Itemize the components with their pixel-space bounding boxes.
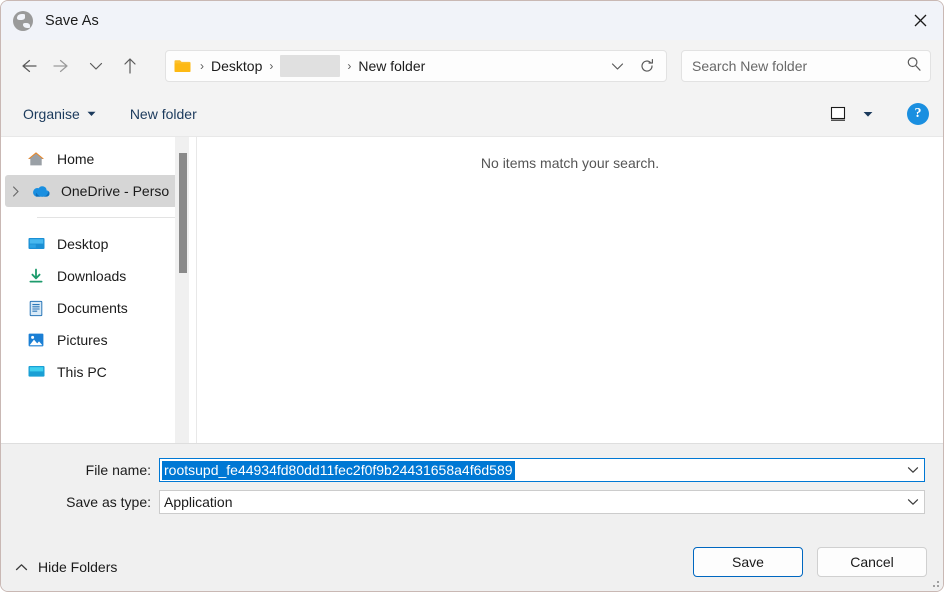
thispc-icon — [25, 364, 47, 380]
breadcrumb-separator: › — [347, 59, 352, 73]
help-button[interactable]: ? — [907, 103, 929, 125]
sidebar-item-label: Pictures — [57, 332, 108, 348]
navigation-pane: Home OneDrive - Perso Desktop Downloads … — [1, 137, 197, 443]
view-mode-icon — [830, 106, 846, 121]
up-one-level-button[interactable] — [113, 50, 147, 82]
refresh-icon — [641, 59, 653, 72]
view-mode-dropdown-button[interactable] — [855, 101, 881, 127]
sidebar-item-label: Desktop — [57, 236, 109, 252]
chevron-right-icon[interactable] — [5, 185, 27, 197]
address-bar[interactable]: › Desktop › › New folder — [165, 50, 667, 82]
downloads-icon — [25, 268, 47, 285]
organise-button[interactable]: Organise — [15, 100, 104, 128]
sidebar-item-onedrive[interactable]: OneDrive - Perso — [5, 175, 183, 207]
sidebar-scrollbar-thumb[interactable] — [179, 153, 187, 273]
chevron-down-icon — [89, 62, 103, 70]
window-title: Save As — [45, 12, 99, 29]
sidebar-item-this-pc[interactable]: This PC — [1, 356, 197, 388]
recent-locations-button[interactable] — [79, 50, 113, 82]
close-icon — [914, 14, 926, 26]
close-button[interactable] — [897, 1, 943, 39]
sidebar-item-downloads[interactable]: Downloads — [1, 260, 197, 292]
sidebar-item-home[interactable]: Home — [1, 143, 197, 175]
file-name-input[interactable]: rootsupd_fe44934fd80dd11fec2f0f9b2443165… — [162, 460, 515, 480]
navigation-bar: › Desktop › › New folder — [1, 40, 943, 92]
forward-button[interactable] — [45, 50, 79, 82]
pictures-icon — [25, 332, 47, 348]
chevron-down-icon — [907, 467, 919, 473]
help-icon: ? — [914, 106, 922, 121]
new-folder-button[interactable]: New folder — [122, 100, 205, 128]
empty-list-message: No items match your search. — [480, 155, 660, 171]
breadcrumb-separator: › — [269, 59, 274, 73]
sidebar-divider — [37, 217, 179, 218]
search-icon — [906, 56, 922, 77]
sidebar-item-label: Documents — [57, 300, 128, 316]
file-name-combobox[interactable]: rootsupd_fe44934fd80dd11fec2f0f9b2443165… — [159, 458, 925, 482]
navigation-list: Home OneDrive - Perso Desktop Downloads … — [1, 137, 197, 388]
caret-down-icon — [87, 111, 96, 116]
search-input[interactable] — [692, 58, 906, 74]
save-as-type-dropdown-button[interactable] — [902, 491, 924, 513]
file-name-row: File name: rootsupd_fe44934fd80dd11fec2f… — [1, 458, 925, 482]
save-button[interactable]: Save — [693, 547, 803, 577]
onedrive-icon — [29, 184, 51, 198]
breadcrumb-item-desktop[interactable]: Desktop — [211, 58, 262, 74]
home-icon — [25, 151, 47, 167]
file-name-label: File name: — [85, 462, 151, 478]
sidebar-item-label: Home — [57, 151, 95, 167]
sidebar-item-label: This PC — [57, 364, 107, 380]
save-as-dialog: Save As › Desktop › › New folder Search … — [0, 0, 944, 592]
search-box[interactable] — [681, 50, 931, 82]
save-as-type-value: Application — [164, 494, 233, 510]
back-button[interactable] — [11, 50, 45, 82]
organise-label: Organise — [23, 106, 80, 122]
chevron-up-icon — [15, 563, 28, 570]
hide-folders-label: Hide Folders — [38, 559, 118, 575]
bottom-panel: File name: rootsupd_fe44934fd80dd11fec2f… — [1, 443, 943, 591]
sidebar-item-documents[interactable]: Documents — [1, 292, 197, 324]
sidebar-item-label: Downloads — [57, 268, 127, 284]
breadcrumb-item-redacted[interactable] — [280, 55, 341, 77]
desktop-icon — [25, 236, 47, 252]
arrow-up-icon — [124, 58, 136, 74]
address-dropdown-button[interactable] — [602, 52, 632, 80]
chevron-down-icon — [611, 62, 623, 70]
sidebar-item-label: OneDrive - Perso — [61, 183, 170, 199]
cancel-button[interactable]: Cancel — [817, 547, 927, 577]
save-as-type-row: Save as type: Application — [1, 490, 925, 514]
save-as-type-label: Save as type: — [66, 494, 151, 510]
content-area: Home OneDrive - Perso Desktop Downloads … — [1, 136, 943, 443]
file-list[interactable]: No items match your search. — [197, 137, 943, 443]
dialog-buttons: Save Cancel — [693, 547, 927, 577]
chevron-down-icon — [907, 499, 919, 505]
new-folder-label: New folder — [129, 106, 197, 122]
sidebar-item-pictures[interactable]: Pictures — [1, 324, 197, 356]
save-as-type-combobox[interactable]: Application — [159, 490, 925, 514]
arrow-right-icon — [53, 59, 68, 73]
arrow-left-icon — [22, 59, 37, 73]
folder-icon — [174, 59, 191, 73]
breadcrumb-separator: › — [200, 59, 204, 73]
title-bar: Save As — [1, 1, 943, 40]
resize-grip-icon[interactable] — [927, 575, 939, 587]
sidebar-item-desktop[interactable]: Desktop — [1, 228, 197, 260]
refresh-button[interactable] — [632, 52, 662, 80]
breadcrumb-item-new-folder[interactable]: New folder — [358, 58, 425, 74]
caret-down-icon — [863, 111, 873, 117]
hide-folders-button[interactable]: Hide Folders — [15, 559, 117, 575]
globe-icon — [13, 10, 33, 31]
view-mode-button[interactable] — [823, 101, 853, 127]
toolbar: Organise New folder ? — [1, 92, 943, 136]
documents-icon — [25, 300, 47, 317]
file-name-dropdown-button[interactable] — [902, 459, 924, 481]
